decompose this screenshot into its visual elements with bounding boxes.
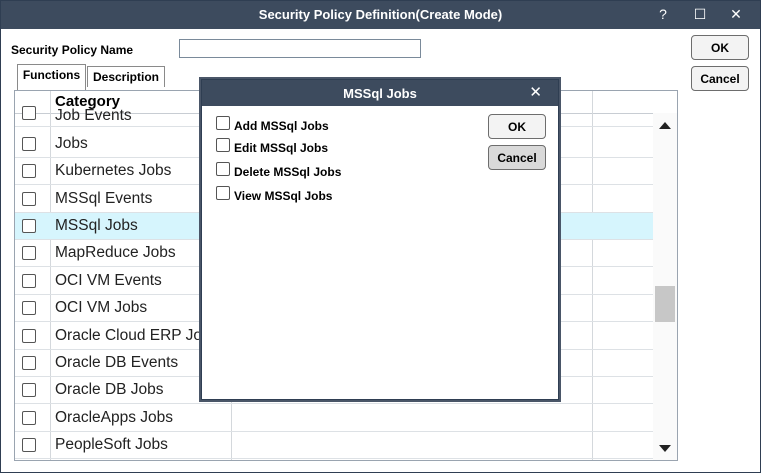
maximize-icon[interactable]: ☐ xyxy=(689,4,711,24)
checkbox-box[interactable] xyxy=(216,138,230,152)
row-label: MSSql Events xyxy=(55,190,153,207)
option-label: Edit MSSql Jobs xyxy=(234,141,329,155)
scroll-up-arrow-icon[interactable] xyxy=(659,122,671,129)
policy-name-label: Security Policy Name xyxy=(11,43,134,57)
dialog-cancel-button[interactable]: Cancel xyxy=(488,145,546,170)
dialog-title: MSSql Jobs xyxy=(343,86,417,101)
checkbox-box[interactable] xyxy=(216,116,230,130)
security-policy-window: Security Policy Definition(Create Mode) … xyxy=(0,0,761,473)
row-checkbox[interactable] xyxy=(22,219,36,233)
tab-functions[interactable]: Functions xyxy=(17,64,86,90)
row-label: Oracle DB Jobs xyxy=(55,381,164,398)
row-label: MapReduce Jobs xyxy=(55,244,176,261)
window-title: Security Policy Definition(Create Mode) xyxy=(258,7,503,22)
row-checkbox[interactable] xyxy=(22,356,36,370)
checkbox-box[interactable] xyxy=(216,186,230,200)
permissions-dialog: MSSql Jobs ✕ Add MSSql Jobs Edit MSSql J… xyxy=(201,79,559,400)
checkbox-box[interactable] xyxy=(216,162,230,176)
row-label: OCI VM Events xyxy=(55,272,162,289)
list-item[interactable]: PeopleSoft Jobs xyxy=(15,432,653,459)
row-label: OCI VM Jobs xyxy=(55,299,148,316)
row-label: Job Events xyxy=(55,107,132,124)
help-icon[interactable]: ? xyxy=(652,4,674,24)
row-checkbox[interactable] xyxy=(22,164,36,178)
row-checkbox[interactable] xyxy=(22,411,36,425)
cancel-button[interactable]: Cancel xyxy=(691,66,749,91)
dialog-ok-button[interactable]: OK xyxy=(488,114,546,139)
row-label: Oracle DB Events xyxy=(55,354,179,371)
row-checkbox[interactable] xyxy=(22,329,36,343)
row-checkbox[interactable] xyxy=(22,383,36,397)
row-checkbox[interactable] xyxy=(22,301,36,315)
row-label: PeopleSoft Jobs xyxy=(55,436,168,453)
row-checkbox[interactable] xyxy=(22,137,36,151)
option-label: Add MSSql Jobs xyxy=(234,119,329,133)
option-label: Delete MSSql Jobs xyxy=(234,165,342,179)
row-label: Kubernetes Jobs xyxy=(55,162,172,179)
row-checkbox[interactable] xyxy=(22,274,36,288)
row-checkbox[interactable] xyxy=(22,438,36,452)
scrollbar-thumb[interactable] xyxy=(655,286,675,322)
row-label: Oracle Cloud ERP Jobs xyxy=(55,327,219,344)
vertical-scrollbar[interactable] xyxy=(653,113,677,460)
row-checkbox[interactable] xyxy=(22,106,36,120)
row-label: OracleApps Jobs xyxy=(55,409,174,426)
window-titlebar[interactable]: Security Policy Definition(Create Mode) … xyxy=(1,1,760,29)
option-label: View MSSql Jobs xyxy=(234,189,333,203)
policy-name-input[interactable] xyxy=(179,39,421,58)
tab-description[interactable]: Description xyxy=(87,66,165,87)
list-item[interactable]: OracleApps Jobs xyxy=(15,405,653,432)
close-icon[interactable]: ✕ xyxy=(725,4,747,24)
dialog-close-icon[interactable]: ✕ xyxy=(529,83,542,101)
ok-button[interactable]: OK xyxy=(691,35,749,60)
scroll-down-arrow-icon[interactable] xyxy=(659,445,671,452)
row-checkbox[interactable] xyxy=(22,246,36,260)
row-label: Jobs xyxy=(55,135,88,152)
row-checkbox[interactable] xyxy=(22,192,36,206)
dialog-titlebar[interactable]: MSSql Jobs ✕ xyxy=(202,80,558,106)
row-label: MSSql Jobs xyxy=(55,217,138,234)
